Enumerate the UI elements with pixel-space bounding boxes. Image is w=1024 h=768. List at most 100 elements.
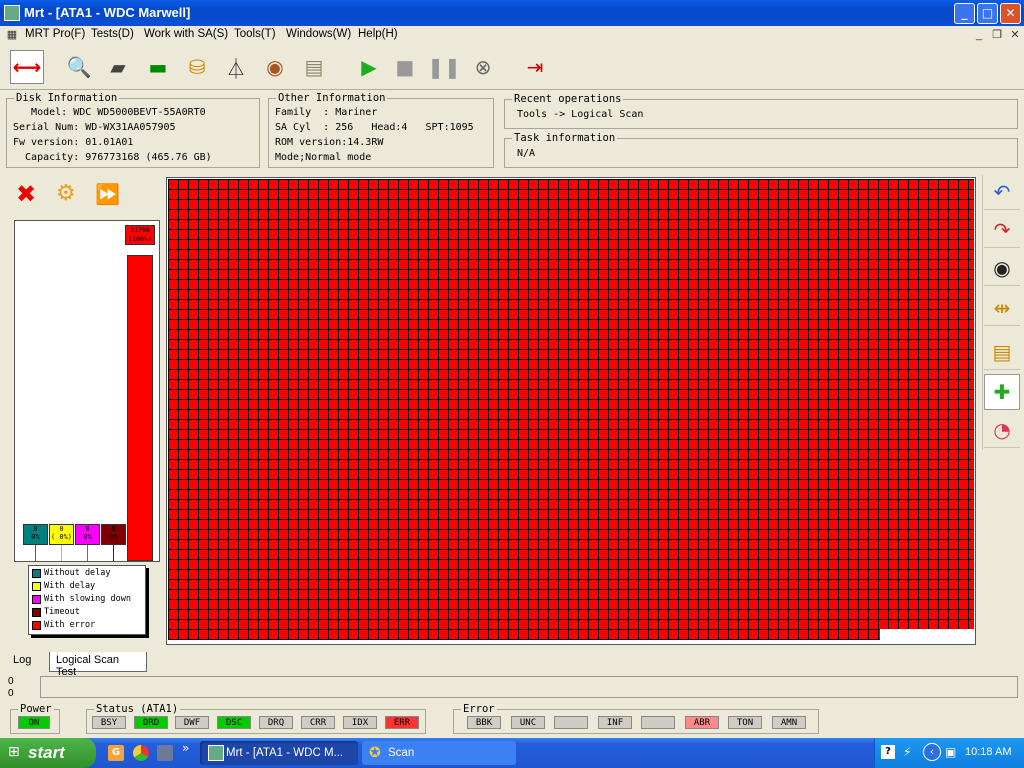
report-icon[interactable]: ▤ xyxy=(297,50,331,84)
mdi-app-icon: ▦ xyxy=(6,29,18,41)
undo-icon[interactable]: ↶ xyxy=(984,174,1020,210)
database-icon[interactable]: ⛁ xyxy=(180,50,214,84)
fast-forward-icon[interactable]: ⏩ xyxy=(95,182,120,206)
err-blank-2 xyxy=(641,716,675,729)
play-icon[interactable]: ▶ xyxy=(352,50,386,84)
quicklaunch-g-icon[interactable]: G xyxy=(108,745,124,761)
tick-without-delay xyxy=(35,545,36,561)
chip-icon[interactable]: ▰ xyxy=(101,50,135,84)
pause-icon[interactable]: ❚❚ xyxy=(427,50,461,84)
mdi-minimize-icon[interactable]: _ xyxy=(972,28,986,42)
board-icon[interactable]: ▬ xyxy=(141,50,175,84)
app-icon xyxy=(4,5,20,21)
menu-bar: ▦ MRT Pro(F) Tests(D) Work with SA(S) To… xyxy=(0,26,1024,45)
minimize-button[interactable]: _ xyxy=(954,3,975,24)
err-ton: TON xyxy=(728,716,762,729)
legend-label: With slowing down xyxy=(44,594,131,604)
monitor-tray-icon[interactable]: ▣ xyxy=(945,745,956,759)
menu-tests[interactable]: Tests(D) xyxy=(91,28,134,40)
flag-drq: DRQ xyxy=(259,716,293,729)
err-abr: ABR xyxy=(685,716,719,729)
menu-mrt-pro[interactable]: MRT Pro(F) xyxy=(25,28,85,40)
legend-timeout: Timeout xyxy=(32,606,80,618)
scan-stats-chart: 31798 (100%) 0 0% 0( 0%) 0 0% 0 0% xyxy=(14,220,160,562)
other-family: Family : Mariner xyxy=(275,107,378,118)
taskbar-scan[interactable]: Scan xyxy=(362,741,516,765)
notes-icon[interactable]: ▤ xyxy=(984,334,1020,370)
power-on-indicator: ON xyxy=(18,716,50,729)
other-rom: ROM version:14.3RW xyxy=(275,137,384,148)
task-info-value: N/A xyxy=(517,148,536,159)
quicklaunch-overflow-icon[interactable]: » xyxy=(182,741,189,755)
scan-task-icon: ✪ xyxy=(369,745,381,761)
without-delay-count: 0 xyxy=(33,525,38,533)
flag-err: ERR xyxy=(385,716,419,729)
counter-1: 0 xyxy=(8,676,14,687)
pie-chart-icon[interactable]: ◔ xyxy=(984,412,1020,448)
timeout-pct: 0% xyxy=(109,533,118,541)
menu-work-with-sa[interactable]: Work with SA(S) xyxy=(144,28,228,40)
error-legend: Error xyxy=(461,703,497,715)
maximize-button[interactable]: □ xyxy=(977,3,998,24)
other-info-legend: Other Information xyxy=(276,92,388,104)
other-mode: Mode;Normal mode xyxy=(275,152,372,163)
legend-label: Timeout xyxy=(44,607,80,617)
tick-slowing-down xyxy=(87,545,88,561)
tick-with-delay xyxy=(61,545,62,561)
abort-icon[interactable]: ⊗ xyxy=(466,50,500,84)
legend-with-error: With error xyxy=(32,619,95,631)
tab-log[interactable]: Log xyxy=(6,652,44,672)
exit-icon[interactable]: ⇥ xyxy=(518,50,552,84)
legend-label: With error xyxy=(44,620,96,630)
without-delay-pct: 0% xyxy=(31,533,40,541)
tray-expand-icon[interactable]: ‹ xyxy=(923,743,941,761)
menu-tools[interactable]: Tools(T) xyxy=(234,28,276,40)
menu-windows[interactable]: Windows(W) xyxy=(286,28,351,40)
mdi-restore-icon[interactable]: ❐ xyxy=(990,28,1004,42)
start-label: start xyxy=(28,743,65,762)
drive-info-icon[interactable]: 🔍 xyxy=(62,50,96,84)
counter-2: 0 xyxy=(8,688,14,699)
flag-idx: IDX xyxy=(343,716,377,729)
flag-dwf: DWF xyxy=(175,716,209,729)
err-unc: UNC xyxy=(511,716,545,729)
split-icon[interactable]: ⇹ xyxy=(984,290,1020,326)
quicklaunch-chrome-icon[interactable] xyxy=(133,745,149,761)
puzzle-icon[interactable]: ✚ xyxy=(984,374,1020,410)
settings-gear-icon[interactable]: ⚙ xyxy=(56,182,80,206)
disk-platter-icon[interactable]: ◉ xyxy=(258,50,292,84)
error-panel: Error xyxy=(453,703,819,734)
disk-model: Model: WDC WD5000BEVT-55A0RT0 xyxy=(13,107,206,118)
connect-icon[interactable]: ⟷ xyxy=(10,50,44,84)
toolbar: ⟷ 🔍 ▰ ▬ ⛁ ⏃ ◉ ▤ ▶ ■ ❚❚ ⊗ ⇥ xyxy=(0,45,1024,90)
help-tray-icon[interactable]: ? xyxy=(881,745,895,759)
stop-icon[interactable]: ■ xyxy=(388,50,422,84)
bar-with-delay: 0( 0%) xyxy=(49,524,74,545)
tick-timeout xyxy=(113,545,114,561)
recent-ops-panel: Recent operations Tools -> Logical Scan xyxy=(504,93,1018,129)
disk-serial: Serial Num: WD-WX31AA057905 xyxy=(13,122,176,133)
clear-icon[interactable]: ✖ xyxy=(16,182,40,206)
err-amn: AMN xyxy=(772,716,806,729)
pause-circle-icon[interactable]: ◉ xyxy=(984,250,1020,286)
disk-info-legend: Disk Information xyxy=(14,92,120,104)
tab-logical-scan-test[interactable]: Logical Scan Test xyxy=(49,652,147,678)
bar-with-error xyxy=(127,255,153,561)
windows-logo-icon: ⊞ xyxy=(8,744,20,760)
other-info-panel: Other Information Family : Mariner SA Cy… xyxy=(268,92,494,168)
recent-ops-value: Tools -> Logical Scan xyxy=(517,109,644,120)
mdi-close-icon[interactable]: ✕ xyxy=(1008,28,1022,42)
quicklaunch-app-icon[interactable] xyxy=(157,745,173,761)
close-button[interactable]: ✕ xyxy=(1000,3,1021,24)
timeout-count: 0 xyxy=(111,525,116,533)
flask-icon[interactable]: ⏃ xyxy=(219,50,253,84)
menu-help[interactable]: Help(H) xyxy=(358,28,398,40)
err-bbk: BBK xyxy=(467,716,501,729)
disk-fw: Fw version: 01.01A01 xyxy=(13,137,134,148)
power-legend: Power xyxy=(18,703,54,715)
status-legend: Status (ATA1) xyxy=(94,703,181,715)
bar-timeout: 0 0% xyxy=(101,524,126,545)
err-inf: INF xyxy=(598,716,632,729)
redo-icon[interactable]: ↷ xyxy=(984,212,1020,248)
network-tray-icon[interactable]: ⚡ xyxy=(903,745,911,759)
